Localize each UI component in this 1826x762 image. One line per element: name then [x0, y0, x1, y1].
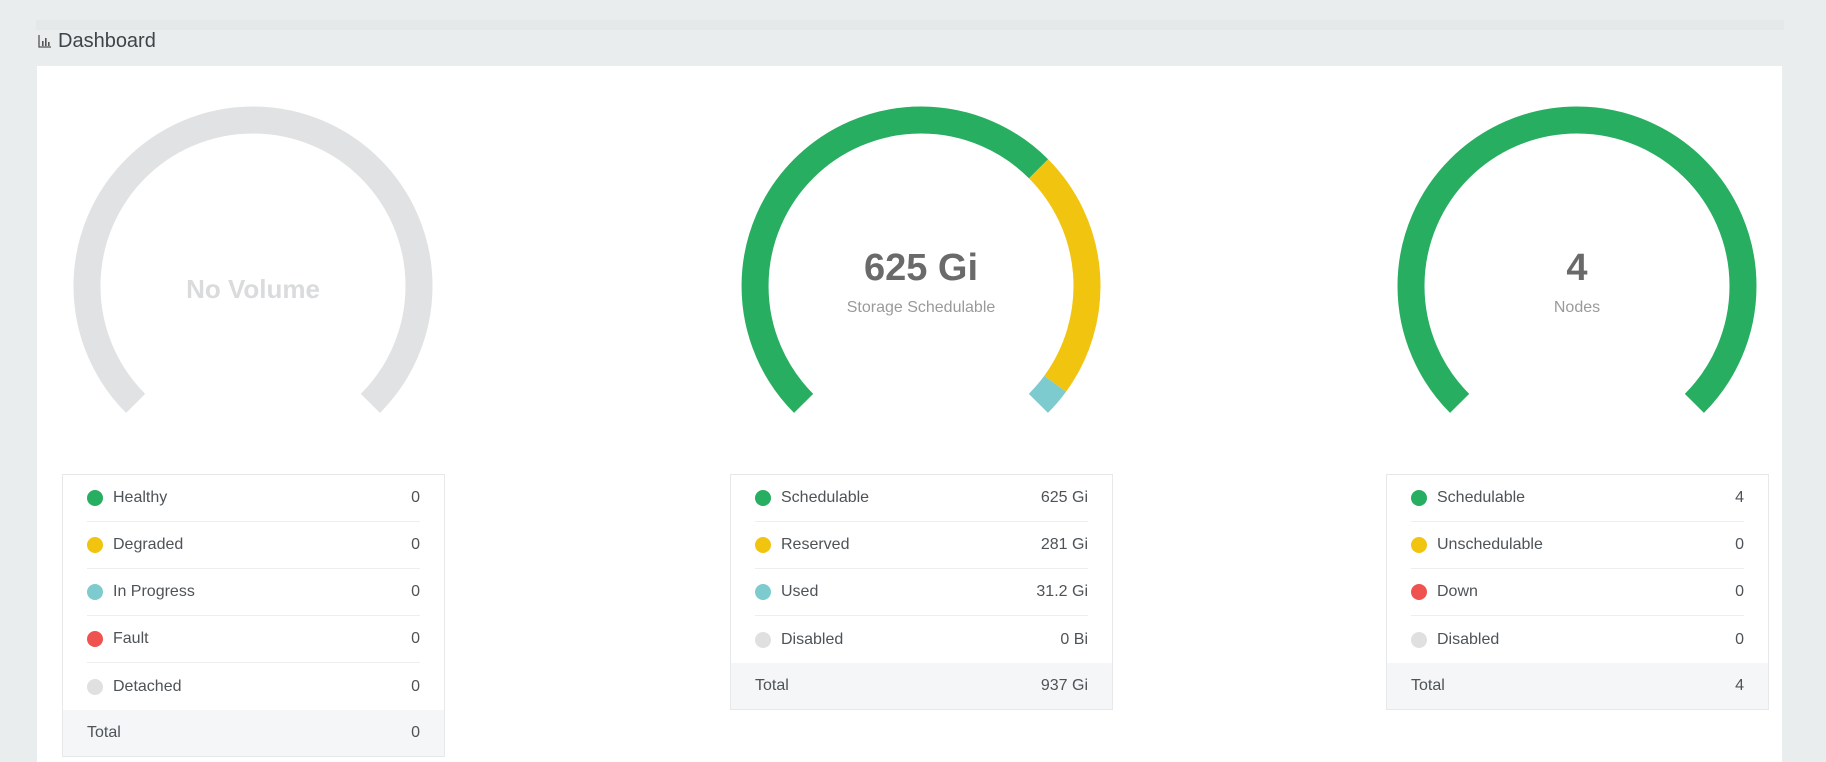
- status-dot: [755, 631, 771, 648]
- volume-legend-row-in-progress[interactable]: In Progress 0: [87, 569, 420, 616]
- storage-legend-row-schedulable[interactable]: Schedulable 625 Gi: [755, 475, 1088, 522]
- storage-legend-row-disabled[interactable]: Disabled 0 Bi: [755, 616, 1088, 663]
- volume-gauge[interactable]: No Volume: [61, 66, 445, 426]
- legend-value: 4: [1735, 489, 1744, 506]
- legend-value: 0: [411, 677, 420, 695]
- status-dot: [755, 490, 771, 506]
- volume-legend: Healthy 0 Degraded 0 In Progress 0 Fault 0 Detac…: [62, 474, 445, 757]
- nodes-subtitle: Nodes: [1553, 299, 1601, 316]
- legend-label: Schedulable: [781, 489, 870, 506]
- status-dot: [1411, 631, 1427, 648]
- page-title: Dashboard: [58, 29, 156, 52]
- status-dot: [1411, 490, 1427, 506]
- volume-legend-row-degraded[interactable]: Degraded 0: [87, 522, 420, 569]
- legend-value: 0: [411, 536, 420, 553]
- legend-label: Schedulable: [1437, 489, 1526, 506]
- storage-legend-row-used[interactable]: Used 31.2 Gi: [755, 569, 1088, 616]
- volume-legend-row-healthy[interactable]: Healthy 0: [87, 475, 420, 522]
- legend-label: Reserved: [781, 536, 850, 553]
- storage-legend: Schedulable 625 Gi Reserved 281 Gi Used 31.2 …: [730, 474, 1113, 710]
- storage-gauge[interactable]: 625 Gi Storage Schedulable: [729, 66, 1113, 426]
- volume-gauge-track: [73, 106, 433, 413]
- status-dot: [87, 537, 103, 553]
- legend-label: Disabled: [781, 630, 844, 648]
- legend-value: 0: [1735, 536, 1744, 553]
- storage-subtitle: Storage Schedulable: [846, 299, 996, 316]
- legend-value: 0: [1735, 630, 1744, 648]
- status-dot: [1411, 584, 1427, 600]
- legend-value: 0: [411, 489, 420, 506]
- nodes-legend: Schedulable 4 Unschedulable 0 Down 0 Disabled 0…: [1386, 474, 1769, 710]
- total-label: Total: [87, 724, 121, 741]
- no-volume-text: No Volume: [186, 274, 320, 304]
- volume-total-row: Total 0: [63, 710, 444, 756]
- legend-label: Detached: [113, 677, 182, 695]
- legend-value: 0 Bi: [1060, 630, 1088, 648]
- volume-gauge-center: No Volume: [61, 274, 445, 305]
- status-dot: [1411, 537, 1427, 553]
- total-value: 937 Gi: [1040, 677, 1088, 694]
- total-label: Total: [755, 677, 789, 694]
- volume-legend-row-detached[interactable]: Detached 0: [87, 663, 420, 710]
- storage-legend-row-reserved[interactable]: Reserved 281 Gi: [755, 522, 1088, 569]
- legend-label: Disabled: [1437, 630, 1500, 648]
- legend-label: Healthy: [113, 489, 168, 506]
- storage-total-row: Total 937 Gi: [731, 663, 1112, 709]
- storage-gauge-segment-used: [1028, 375, 1067, 413]
- nodes-value: 4: [1566, 247, 1588, 289]
- nodes-gauge-svg: [1397, 106, 1757, 413]
- legend-value: 0: [411, 630, 420, 647]
- nodes-total-row: Total 4: [1387, 663, 1768, 709]
- volume-gauge-svg: [73, 106, 433, 413]
- legend-label: Fault: [113, 630, 149, 647]
- nodes-legend-row-unschedulable[interactable]: Unschedulable 0: [1411, 522, 1744, 569]
- legend-label: Used: [781, 583, 819, 600]
- legend-value: 0: [1735, 583, 1744, 600]
- total-value: 0: [411, 724, 420, 741]
- legend-label: Down: [1437, 583, 1478, 600]
- top-stripe: [36, 20, 1784, 30]
- legend-value: 31.2 Gi: [1036, 583, 1088, 600]
- legend-value: 0: [411, 583, 420, 600]
- top-bar: [0, 0, 1826, 68]
- storage-gauge-svg: [741, 106, 1101, 413]
- legend-label: Unschedulable: [1437, 536, 1543, 553]
- nodes-legend-row-disabled[interactable]: Disabled 0: [1411, 616, 1744, 663]
- nodes-legend-row-down[interactable]: Down 0: [1411, 569, 1744, 616]
- nodes-gauge-center: 4 Nodes: [1385, 249, 1769, 317]
- legend-label: In Progress: [113, 583, 195, 600]
- legend-label: Degraded: [113, 536, 184, 553]
- total-value: 4: [1735, 677, 1744, 694]
- storage-value: 625 Gi: [863, 247, 979, 289]
- storage-gauge-center: 625 Gi Storage Schedulable: [729, 249, 1113, 317]
- status-dot: [87, 584, 103, 600]
- legend-value: 625 Gi: [1040, 489, 1088, 506]
- nodes-gauge[interactable]: 4 Nodes: [1385, 66, 1769, 426]
- status-dot: [87, 631, 103, 647]
- status-dot: [87, 678, 103, 695]
- status-dot: [755, 537, 771, 553]
- status-dot: [87, 490, 103, 506]
- legend-value: 281 Gi: [1040, 536, 1088, 553]
- status-dot: [755, 584, 771, 600]
- page-header: Dashboard: [38, 28, 156, 54]
- dashboard-panel: No Volume Healthy 0 Degraded 0 In Progress 0 F…: [37, 66, 1782, 762]
- nodes-legend-row-schedulable[interactable]: Schedulable 4: [1411, 475, 1744, 522]
- total-label: Total: [1411, 677, 1445, 694]
- bar-chart-icon: [38, 35, 51, 48]
- volume-legend-row-fault[interactable]: Fault 0: [87, 616, 420, 663]
